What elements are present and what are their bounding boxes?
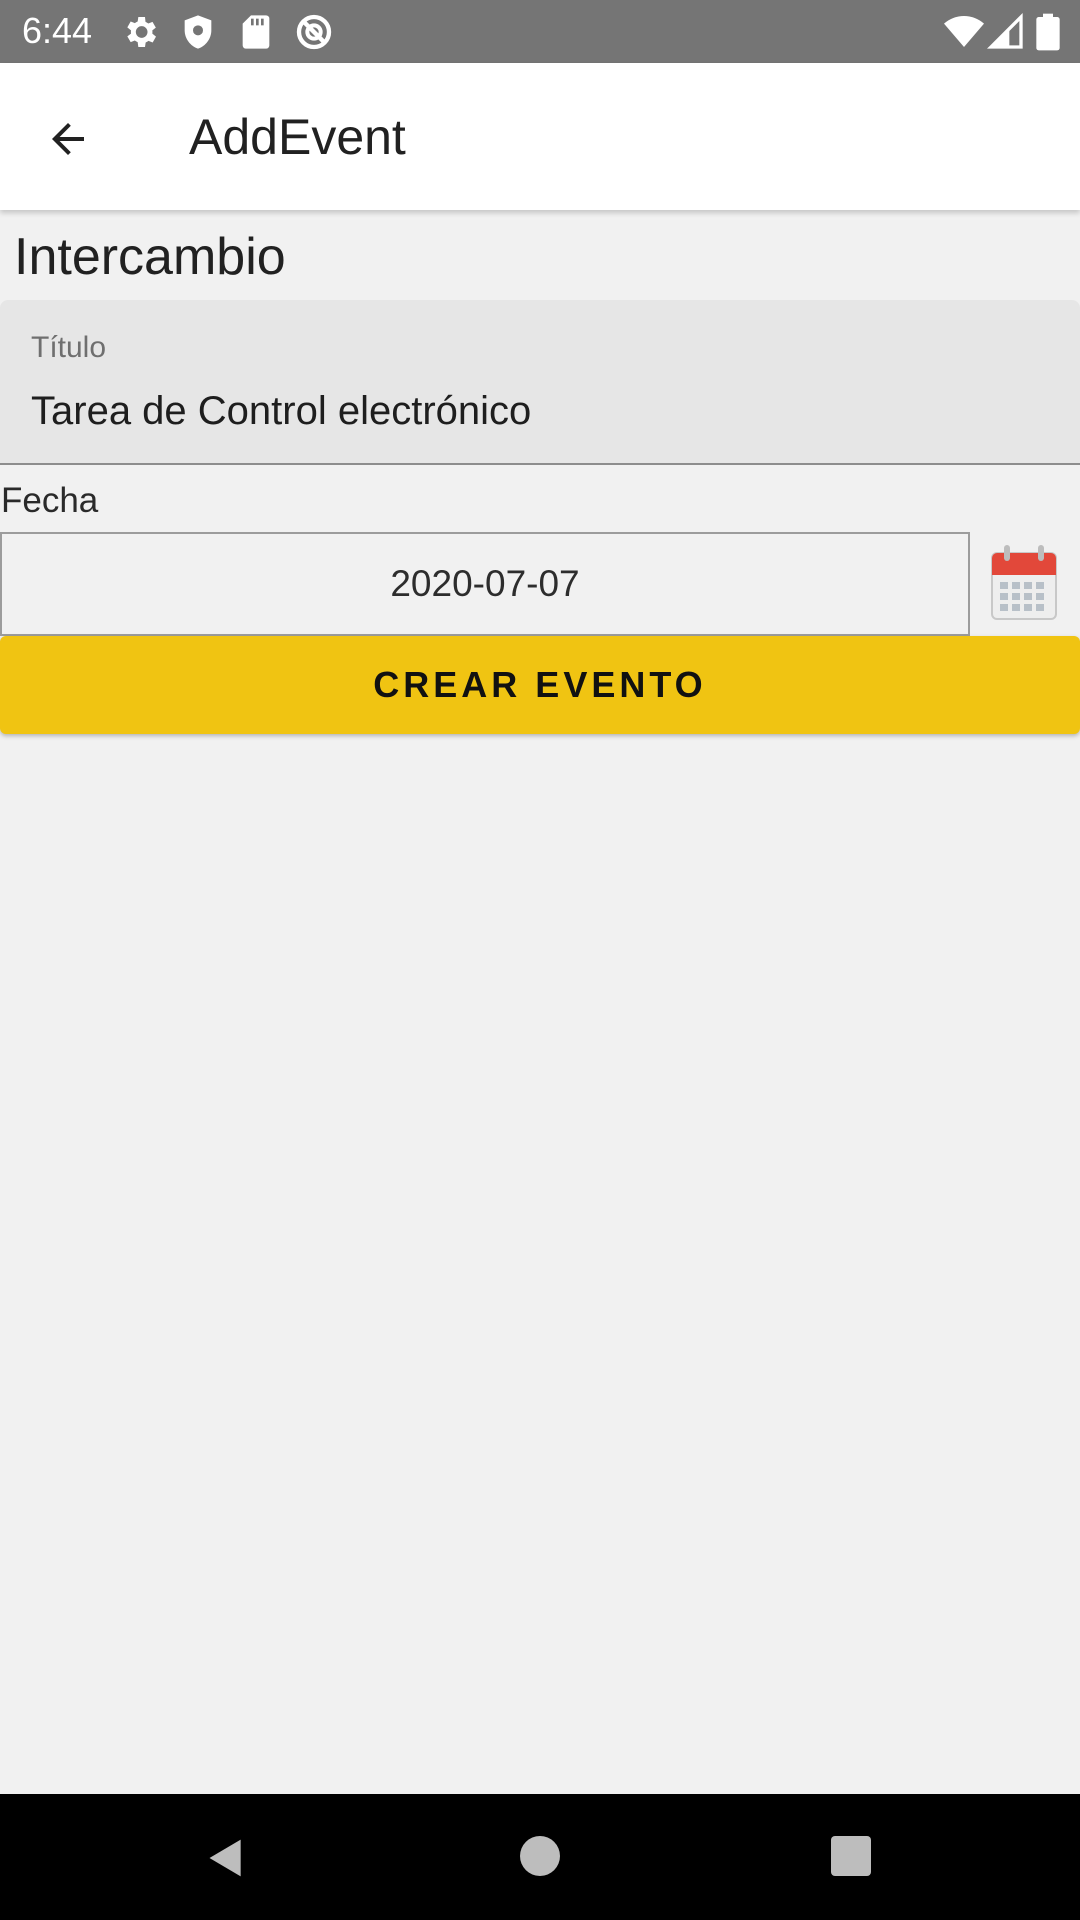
navigation-bar <box>0 1794 1080 1920</box>
date-label: Fecha <box>1 481 99 520</box>
settings-icon <box>127 17 156 47</box>
nav-recents-icon[interactable] <box>831 1836 871 1876</box>
sd-card-icon <box>242 15 270 49</box>
arrow-back-icon <box>52 123 84 155</box>
section-heading: Intercambio <box>14 228 286 286</box>
nav-back-icon[interactable] <box>204 1836 248 1880</box>
status-bar: 6:44 <box>0 0 1080 63</box>
create-event-button[interactable]: CREAR EVENTO <box>0 636 1080 734</box>
calendar-icon <box>991 545 1057 620</box>
date-value: 2020-07-07 <box>390 563 580 604</box>
title-field-value[interactable]: Tarea de Control electrónico <box>31 386 531 436</box>
app-bar: AddEvent <box>0 63 1080 210</box>
signal-icon <box>986 12 1023 49</box>
date-field[interactable]: 2020-07-07 <box>0 532 970 636</box>
title-field[interactable]: Título <box>0 300 1080 465</box>
calendar-button[interactable] <box>990 545 1058 621</box>
nav-home-icon[interactable] <box>520 1836 560 1876</box>
create-event-button-label: CREAR EVENTO <box>373 664 707 705</box>
app-title: AddEvent <box>189 109 406 165</box>
add-event-screen: 6:44 AddEvent Intercambio Título Tarea d… <box>0 0 1080 1920</box>
shield-icon <box>184 15 212 49</box>
title-field-label: Título <box>31 331 107 364</box>
wifi-icon <box>944 16 984 47</box>
status-time: 6:44 <box>22 10 93 51</box>
back-button[interactable] <box>28 99 108 179</box>
battery-icon <box>1036 13 1060 51</box>
no-sync-icon <box>296 14 332 50</box>
